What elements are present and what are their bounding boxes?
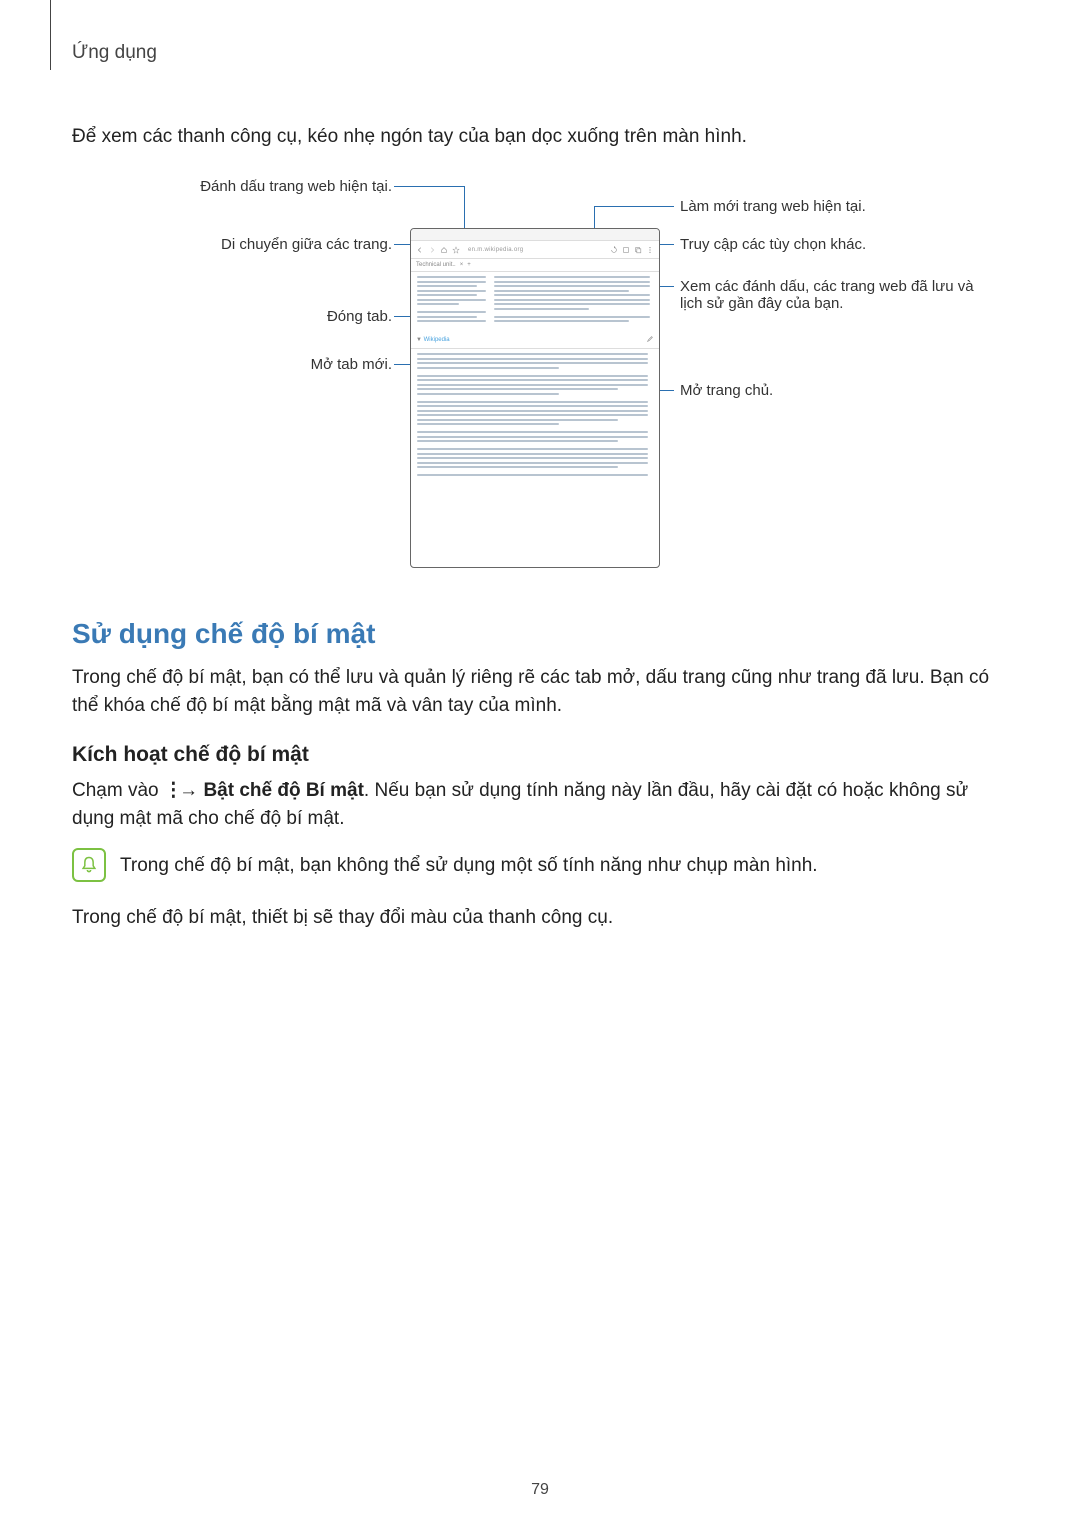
browser-toolbar: en.m.wikipedia.org (411, 241, 659, 259)
activate-instruction: Chạm vào ⋮ → Bật chế độ Bí mật. Nếu bạn … (72, 777, 1008, 832)
section-p1: Trong chế độ bí mật, bạn có thể lưu và q… (72, 664, 1008, 719)
tab-new-icon[interactable]: + (467, 262, 471, 268)
callout-refresh: Làm mới trang web hiện tại. (680, 198, 980, 215)
callout-bookmarks-history: Xem các đánh dấu, các trang web đã lưu v… (680, 278, 980, 312)
page-number: 79 (0, 1481, 1080, 1499)
section-title-secret-mode: Sử dụng chế độ bí mật (72, 618, 1008, 650)
callout-close-tab: Đóng tab. (72, 308, 392, 325)
refresh-icon[interactable] (610, 246, 618, 254)
tablet-mockup: en.m.wikipedia.org Technical unit.. × + (410, 228, 660, 568)
sub-title-activate: Kích hoạt chế độ bí mật (72, 743, 1008, 767)
browser-diagram: Đánh dấu trang web hiện tại. Di chuyển g… (72, 178, 1008, 588)
more-icon[interactable] (646, 246, 654, 254)
page-lower-content (411, 349, 659, 486)
connector (594, 206, 674, 207)
home-icon[interactable] (440, 246, 448, 254)
edit-icon[interactable] (646, 335, 654, 345)
callout-home: Mở trang chủ. (680, 382, 980, 399)
callout-more-options: Truy cập các tùy chọn khác. (680, 236, 980, 253)
browser-tab-bar: Technical unit.. × + (411, 259, 659, 272)
forward-icon[interactable] (428, 246, 436, 254)
secret-toolbar-note: Trong chế độ bí mật, thiết bị sẽ thay đổ… (72, 904, 1008, 932)
bell-note-icon (72, 848, 106, 882)
page-article-bar: ▼ Wikipedia (411, 332, 659, 349)
tablet-status-bar (411, 229, 659, 241)
back-icon[interactable] (416, 246, 424, 254)
tab-close-icon[interactable]: × (460, 262, 464, 268)
more-options-icon[interactable]: ⋮ (164, 788, 174, 794)
note-text: Trong chế độ bí mật, bạn không thể sử dụ… (120, 852, 818, 880)
article-link[interactable]: Wikipedia (424, 337, 450, 343)
tab-label: Technical unit.. (416, 262, 456, 268)
page-header: Ứng dụng (72, 42, 1008, 64)
text-tap: Chạm vào (72, 780, 164, 801)
connector (394, 186, 464, 187)
bookmarks-icon[interactable] (622, 246, 630, 254)
side-rule (50, 0, 51, 70)
star-icon[interactable] (452, 246, 460, 254)
page-top-content (411, 272, 659, 332)
text-enable-secret: Bật chế độ Bí mật (203, 780, 363, 801)
intro-text: Để xem các thanh công cụ, kéo nhẹ ngón t… (72, 126, 1008, 148)
url-field[interactable]: en.m.wikipedia.org (464, 247, 606, 253)
tabs-icon[interactable] (634, 246, 642, 254)
callout-new-tab: Mở tab mới. (72, 356, 392, 373)
callout-navigate: Di chuyển giữa các trang. (72, 236, 392, 253)
note-block: Trong chế độ bí mật, bạn không thể sử dụ… (72, 848, 1008, 888)
text-arrow: → (174, 780, 204, 801)
callout-bookmark: Đánh dấu trang web hiện tại. (72, 178, 392, 195)
